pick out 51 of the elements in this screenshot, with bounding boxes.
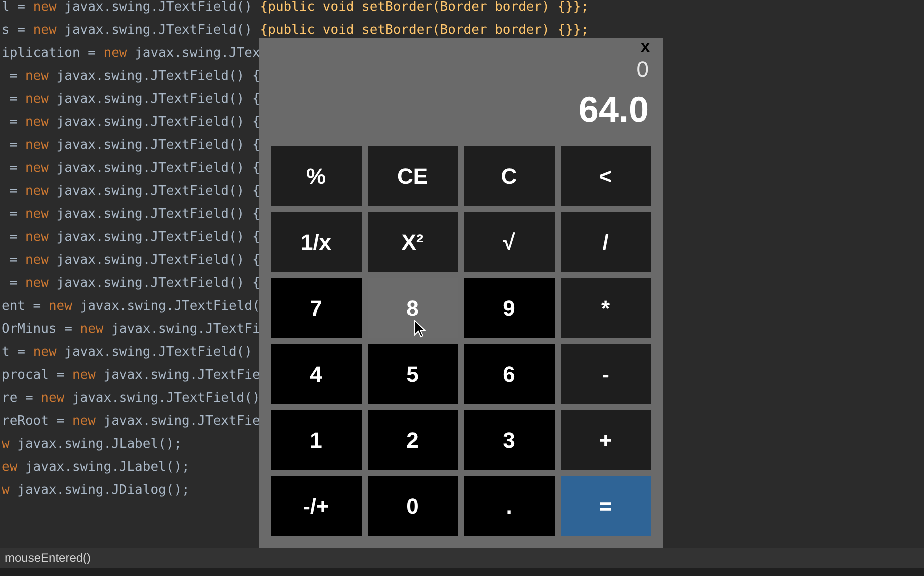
code-line: s = new javax.swing.JTextField() {public void setBorder(Border border) {}}; [1, 24, 590, 38]
code-line: ent = new javax.swing.JTextField( [1, 300, 260, 314]
code-line: w javax.swing.JLabel(); [1, 438, 182, 452]
calculator-key[interactable]: -/+ [271, 476, 362, 536]
code-line: = new javax.swing.JTextField() { [8, 139, 260, 153]
code-line: w javax.swing.JDialog(); [1, 484, 190, 498]
code-line: OrMinus = new javax.swing.JTextFi [1, 323, 260, 337]
code-line: = new javax.swing.JTextField() { [8, 208, 260, 222]
calculator-key[interactable]: + [560, 410, 651, 470]
code-line: t = new javax.swing.JTextField() [1, 346, 252, 360]
code-line: re = new javax.swing.JTextField() [1, 392, 260, 406]
calculator-key[interactable]: 2 [368, 410, 458, 470]
calculator-key[interactable]: 8 [368, 278, 458, 338]
code-line: = new javax.swing.JTextField() { [8, 231, 260, 245]
mouse-pointer-icon [414, 320, 426, 338]
calculator-key[interactable]: 1 [271, 410, 362, 470]
calculator-key[interactable]: X² [368, 212, 458, 272]
calculator-key[interactable]: 1/x [271, 212, 362, 272]
code-line: iplication = new javax.swing.JTex [1, 47, 260, 61]
code-line: = new javax.swing.JTextField() { [8, 277, 260, 291]
calculator-key[interactable]: C [464, 146, 554, 206]
calculator-key[interactable]: . [464, 476, 554, 536]
expression-display: 0 [636, 58, 649, 82]
code-line: reRoot = new javax.swing.JTextFie [1, 415, 260, 429]
calculator-key[interactable]: 9 [464, 278, 554, 338]
calculator-key[interactable]: 3 [464, 410, 554, 470]
code-line: l = new javax.swing.JTextField() {public void setBorder(Border border) {}}; [1, 1, 590, 15]
calculator-key[interactable]: / [560, 212, 651, 272]
code-line: = new javax.swing.JTextField() { [8, 254, 260, 268]
close-button[interactable]: x [640, 39, 651, 55]
calculator-key[interactable]: < [560, 146, 651, 206]
calculator-key[interactable]: * [560, 278, 651, 338]
calculator-key[interactable]: % [271, 146, 362, 206]
calculator-key[interactable]: 7 [271, 278, 362, 338]
calculator-key[interactable]: 6 [464, 344, 554, 404]
code-line: ew javax.swing.JLabel(); [1, 461, 190, 475]
calculator-key[interactable]: = [560, 476, 651, 536]
calculator-key[interactable]: √ [464, 212, 554, 272]
result-display: 64.0 [578, 90, 649, 130]
calculator-key[interactable]: - [560, 344, 651, 404]
code-line: = new javax.swing.JTextField() { [8, 162, 260, 176]
calculator-key[interactable]: CE [368, 146, 458, 206]
status-text: mouseEntered() [5, 550, 92, 567]
code-line: = new javax.swing.JTextField() { [8, 93, 260, 107]
code-line: procal = new javax.swing.JTextFie [1, 369, 260, 383]
calculator-key[interactable]: 0 [368, 476, 458, 536]
calculator-key[interactable]: 5 [368, 344, 458, 404]
code-line: = new javax.swing.JTextField() { [8, 70, 260, 84]
code-line: = new javax.swing.JTextField() { [8, 116, 260, 130]
calculator-key[interactable]: 4 [271, 344, 362, 404]
code-line: = new javax.swing.JTextField() { [8, 185, 260, 199]
